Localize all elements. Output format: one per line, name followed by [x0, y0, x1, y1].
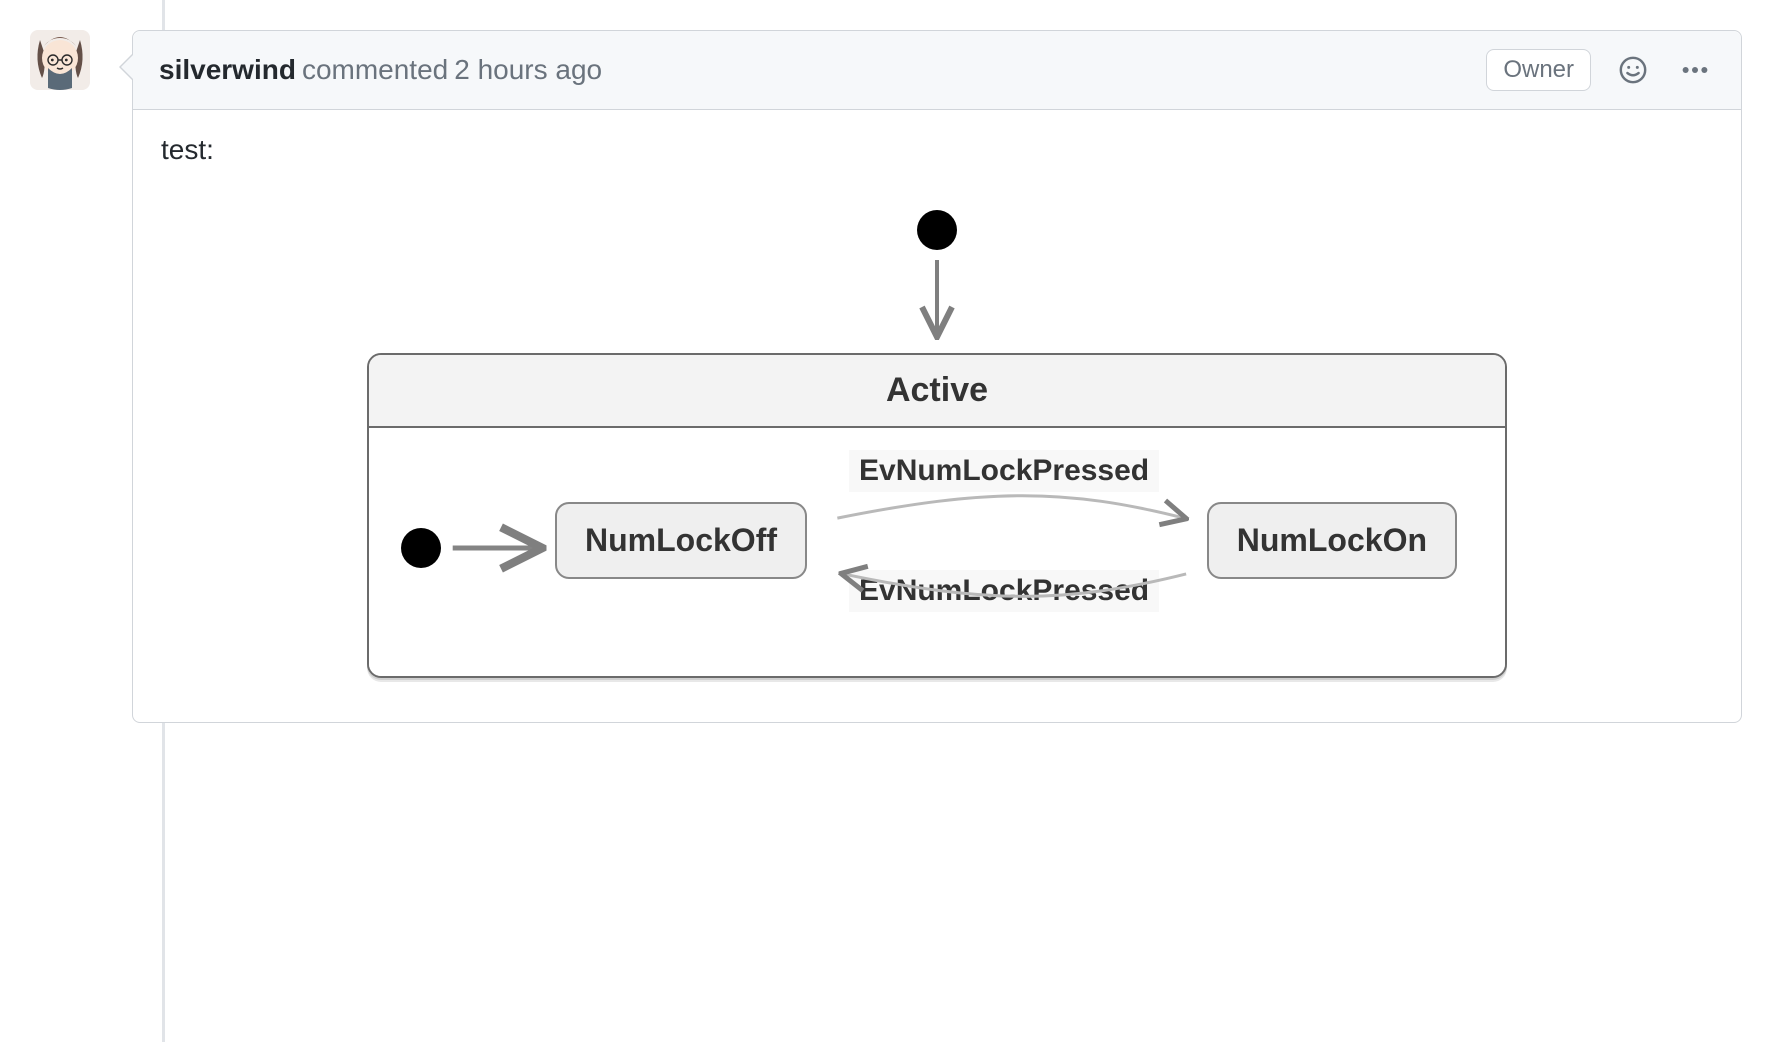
state-title: Active: [369, 355, 1505, 428]
state-numlockon: NumLockOn: [1207, 502, 1457, 579]
comment-body: test: Active: [133, 110, 1741, 722]
commented-label: commented: [302, 54, 448, 86]
state-numlockoff: NumLockOff: [555, 502, 807, 579]
comment-box: silverwind commented 2 hours ago Owner: [132, 30, 1742, 723]
transition-label-bottom: EvNumLockPressed: [849, 570, 1159, 612]
kebab-horizontal-icon: [1680, 55, 1710, 85]
kebab-menu-button[interactable]: [1675, 50, 1715, 90]
initial-state-dot-icon: [401, 528, 441, 568]
smiley-icon: [1618, 55, 1648, 85]
avatar-image: [30, 30, 90, 90]
add-reaction-button[interactable]: [1613, 50, 1653, 90]
transition-label-top: EvNumLockPressed: [849, 450, 1159, 492]
comment-text: test:: [161, 134, 1713, 166]
avatar[interactable]: [30, 30, 90, 90]
compound-state-active: Active NumLockOff NumLockOn EvNumLockPre…: [367, 353, 1507, 678]
comment-author-link[interactable]: silverwind: [159, 54, 296, 86]
comment-header: silverwind commented 2 hours ago Owner: [133, 31, 1741, 110]
owner-badge: Owner: [1486, 49, 1591, 91]
state-diagram: Active NumLockOff NumLockOn EvNumLockPre…: [161, 206, 1713, 678]
diagram-entry-arrow: [367, 206, 1507, 346]
comment-timestamp[interactable]: 2 hours ago: [454, 54, 602, 86]
